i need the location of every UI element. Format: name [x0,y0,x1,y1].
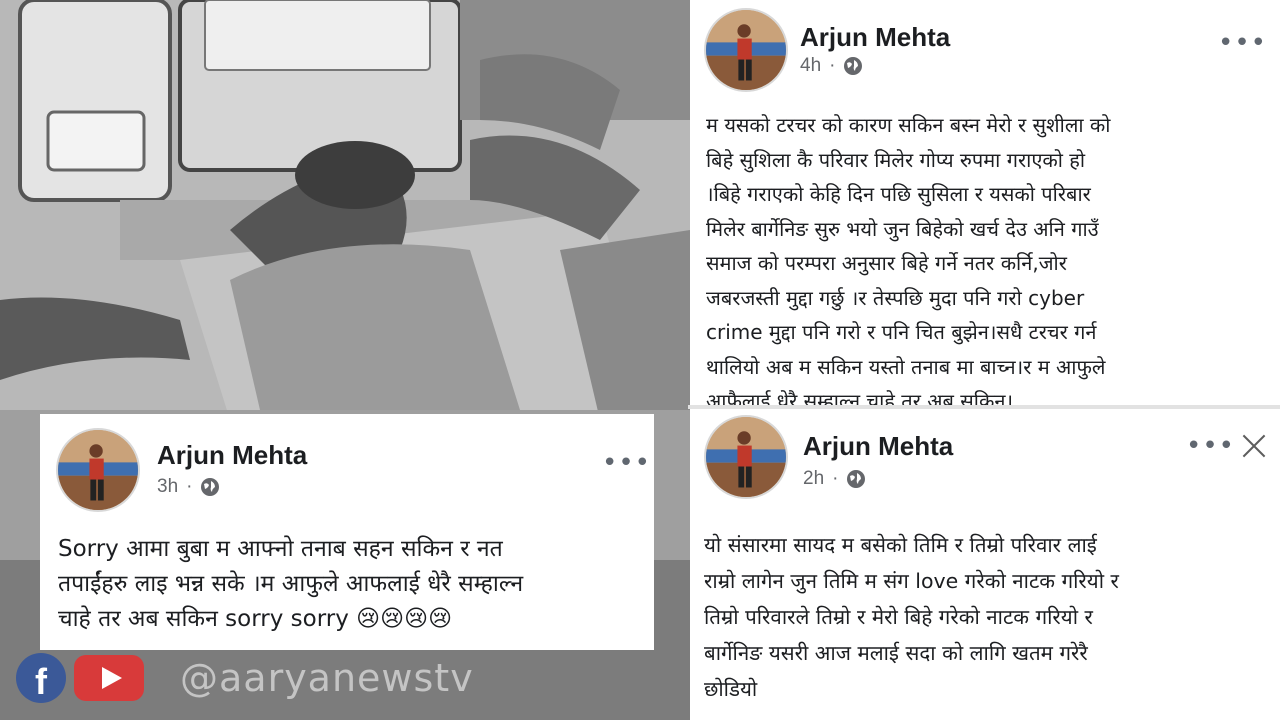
author-name[interactable]: Arjun Mehta [800,22,950,53]
avatar[interactable] [704,415,788,499]
globe-icon [844,57,863,75]
avatar-photo [706,417,786,497]
more-options-icon[interactable]: ••• [1186,433,1235,459]
post-meta: 4h · [800,55,863,77]
author-name[interactable]: Arjun Mehta [803,431,953,462]
globe-icon [201,478,220,496]
close-icon[interactable] [1241,433,1267,459]
post-header: Arjun Mehta 2h · ••• [690,409,1280,499]
youtube-icon[interactable] [74,655,144,701]
post-card-left: Arjun Mehta 3h · ••• Sorry आमा बुबा म आफ… [40,414,654,650]
avatar-photo [58,430,138,510]
facebook-icon[interactable]: f [16,653,66,703]
author-name[interactable]: Arjun Mehta [157,440,307,471]
post-body: Sorry आमा बुबा म आफ्नो तनाब सहन सकिन र न… [58,536,524,632]
meta-separator: · [829,55,836,76]
avatar-photo [706,10,786,90]
globe-icon [847,470,866,488]
post-card-top-right: Arjun Mehta 4h · ••• म यसको टरचर को कारण… [690,0,1280,413]
post-card-bottom-right: Arjun Mehta 2h · ••• यो संसारमा सायद म ब… [690,409,1280,720]
more-options-icon[interactable]: ••• [1218,30,1267,56]
more-options-icon[interactable]: ••• [602,450,651,476]
post-header: Arjun Mehta 3h · ••• [40,414,654,512]
post-time[interactable]: 3h [157,476,178,498]
post-meta: 3h · [157,476,220,498]
post-body: म यसको टरचर को कारण सकिन बस्न मेरो र सुश… [706,113,1111,413]
avatar[interactable] [56,428,140,512]
post-header: Arjun Mehta 4h · ••• [690,0,1280,92]
post-time[interactable]: 2h [803,468,824,490]
meta-separator: · [186,476,193,497]
watermark: f @aaryanewstv [16,652,474,704]
post-body: यो संसारमा सायद म बसेको तिमि र तिम्रो पर… [704,533,1119,701]
channel-handle: @aaryanewstv [180,656,474,700]
avatar[interactable] [704,8,788,92]
post-meta: 2h · [803,468,866,490]
post-time[interactable]: 4h [800,55,821,77]
meta-separator: · [832,468,839,489]
